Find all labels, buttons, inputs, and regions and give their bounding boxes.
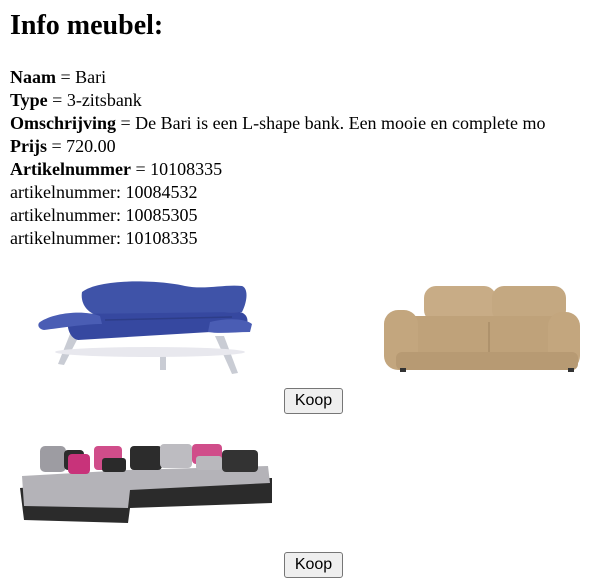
corner-sofa-image xyxy=(10,418,282,548)
info-type-row: Type = 3-zitsbank xyxy=(10,89,602,112)
info-prijs-row: Prijs = 720.00 xyxy=(10,135,602,158)
page-title: Info meubel: xyxy=(10,10,164,41)
info-artikelnummer-row: Artikelnummer = 10108335 xyxy=(10,158,602,181)
koop-button[interactable]: Koop xyxy=(284,552,343,578)
prijs-label: Prijs xyxy=(10,136,47,156)
info-omschrijving-row: Omschrijving = De Bari is een L-shape ba… xyxy=(10,112,602,135)
artikelnummer-label: Artikelnummer xyxy=(10,159,131,179)
type-label: Type xyxy=(10,90,48,110)
artikel-line: artikelnummer: 10108335 xyxy=(10,228,198,248)
furniture-info: Naam = Bari Type = 3-zitsbank Omschrijvi… xyxy=(10,66,602,250)
artikelnummer-value: = 10108335 xyxy=(130,159,223,179)
omschrijving-label: Omschrijving xyxy=(10,113,116,133)
omschrijving-value: = De Bari is een L-shape bank. Een mooie… xyxy=(116,113,546,133)
beige-leather-sofa-image xyxy=(344,252,602,407)
artikel-line: artikelnummer: 10084532 xyxy=(10,182,198,202)
koop-button[interactable]: Koop xyxy=(284,388,343,414)
artikel-line: artikelnummer: 10085305 xyxy=(10,205,198,225)
prijs-value: = 720.00 xyxy=(46,136,116,156)
type-value: = 3-zitsbank xyxy=(47,90,142,110)
naam-value: = Bari xyxy=(56,67,107,87)
naam-label: Naam xyxy=(10,67,56,87)
info-naam-row: Naam = Bari xyxy=(10,66,602,89)
blue-sofa-image xyxy=(10,252,282,382)
